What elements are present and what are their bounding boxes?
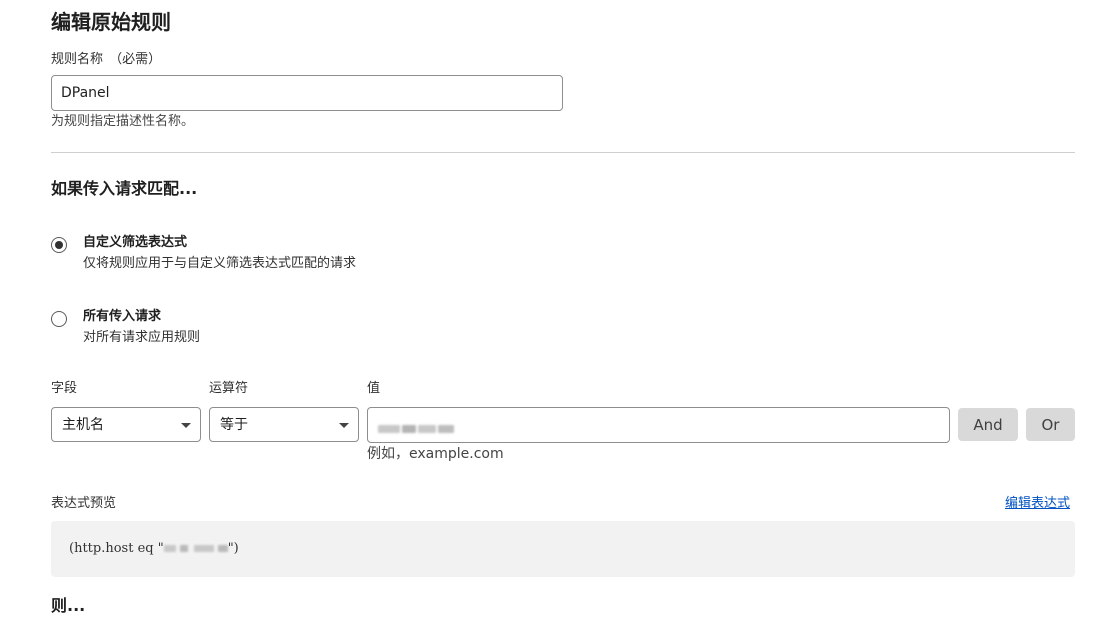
- and-button[interactable]: And: [958, 408, 1018, 441]
- rule-name-hint: 为规则指定描述性名称。: [51, 114, 195, 129]
- section-divider: [51, 152, 1075, 153]
- required-note: （必需）: [109, 52, 162, 67]
- chevron-down-icon: [181, 423, 191, 428]
- radio-custom-filter-title: 自定义筛选表达式: [83, 235, 188, 250]
- rule-name-input[interactable]: [51, 75, 563, 111]
- page-title: 编辑原始规则: [51, 10, 171, 34]
- operator-select-value: 等于: [220, 417, 248, 433]
- value-hint: 例如，example.com: [367, 446, 504, 462]
- radio-custom-filter[interactable]: [51, 237, 67, 253]
- chevron-down-icon: [339, 423, 349, 428]
- expression-preview-box: (http.host eq " "): [51, 521, 1075, 577]
- or-button[interactable]: Or: [1026, 408, 1075, 441]
- field-select[interactable]: 主机名: [51, 407, 201, 442]
- expression-code-suffix: "): [227, 541, 239, 556]
- expression-preview-code: (http.host eq " "): [69, 540, 239, 558]
- then-section-title: 则...: [51, 596, 86, 615]
- expression-preview-label: 表达式预览: [51, 496, 117, 511]
- match-section-title: 如果传入请求匹配...: [51, 179, 198, 198]
- field-label: 字段: [51, 381, 78, 396]
- expression-code-prefix: (http.host eq ": [69, 541, 164, 556]
- value-label: 值: [367, 381, 381, 396]
- field-select-value: 主机名: [62, 417, 104, 433]
- redacted-host: [163, 541, 228, 556]
- value-input[interactable]: [367, 407, 950, 443]
- radio-all-requests[interactable]: [51, 311, 67, 327]
- rule-name-label-text: 规则名称: [51, 52, 104, 67]
- operator-select[interactable]: 等于: [209, 407, 359, 442]
- radio-custom-filter-desc: 仅将规则应用于与自定义筛选表达式匹配的请求: [83, 256, 357, 271]
- redacted-value: [378, 421, 454, 437]
- edit-expression-link[interactable]: 编辑表达式: [1005, 495, 1070, 513]
- rule-name-label: 规则名称 （必需）: [51, 51, 161, 69]
- radio-all-requests-desc: 对所有请求应用规则: [83, 330, 201, 345]
- operator-label: 运算符: [209, 381, 249, 396]
- radio-all-requests-title: 所有传入请求: [83, 309, 162, 324]
